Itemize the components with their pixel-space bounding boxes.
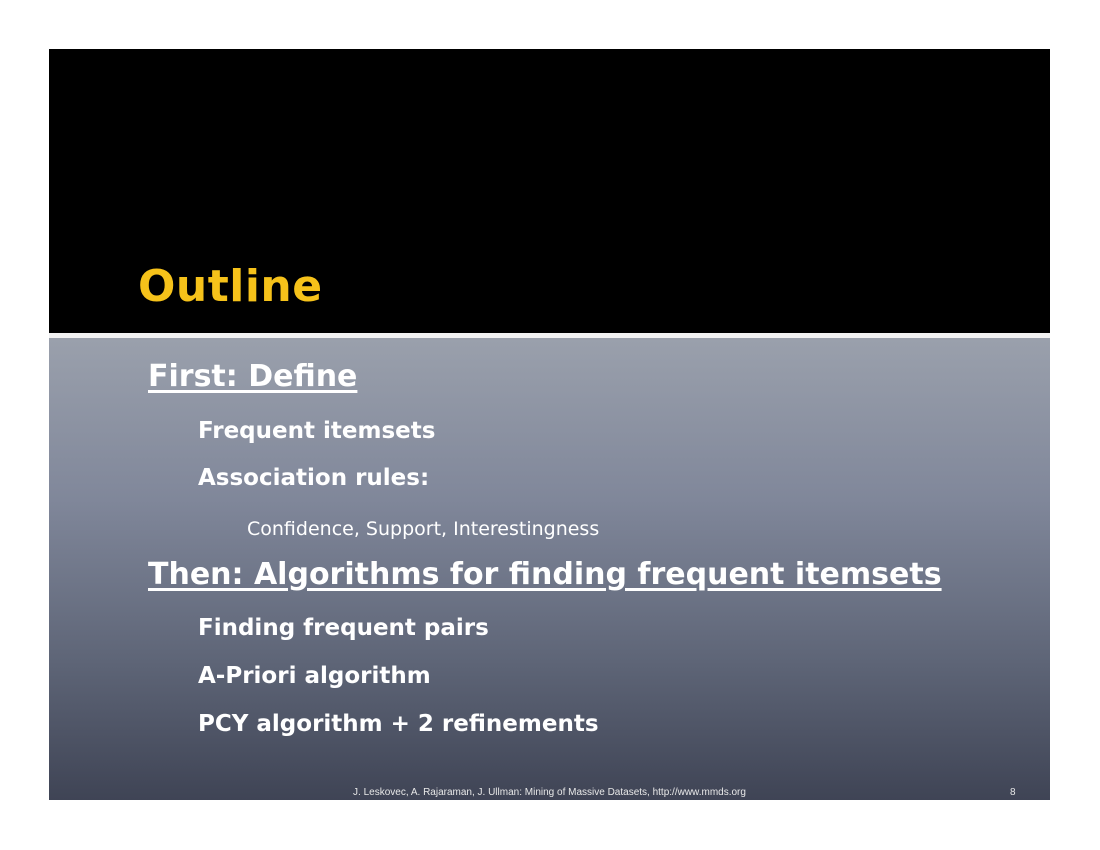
bullet-frequent-itemsets: Frequent itemsets xyxy=(198,418,436,444)
slide: Outline First: Define Frequent itemsets … xyxy=(49,49,1050,800)
page-number: 8 xyxy=(1010,787,1016,798)
slide-title: Outline xyxy=(138,261,323,312)
section-heading-algorithms: Then: Algorithms for finding frequent it… xyxy=(148,557,942,592)
subbullet-confidence-support: Confidence, Support, Interestingness xyxy=(247,518,600,540)
slide-footer: J. Leskovec, A. Rajaraman, J. Ullman: Mi… xyxy=(353,787,746,798)
bullet-association-rules: Association rules: xyxy=(198,465,430,491)
bullet-frequent-pairs: Finding frequent pairs xyxy=(198,615,489,641)
title-band: Outline xyxy=(49,49,1050,333)
bullet-apriori: A-Priori algorithm xyxy=(198,663,431,689)
bullet-pcy: PCY algorithm + 2 refinements xyxy=(198,711,599,737)
section-heading-define: First: Define xyxy=(148,359,358,394)
